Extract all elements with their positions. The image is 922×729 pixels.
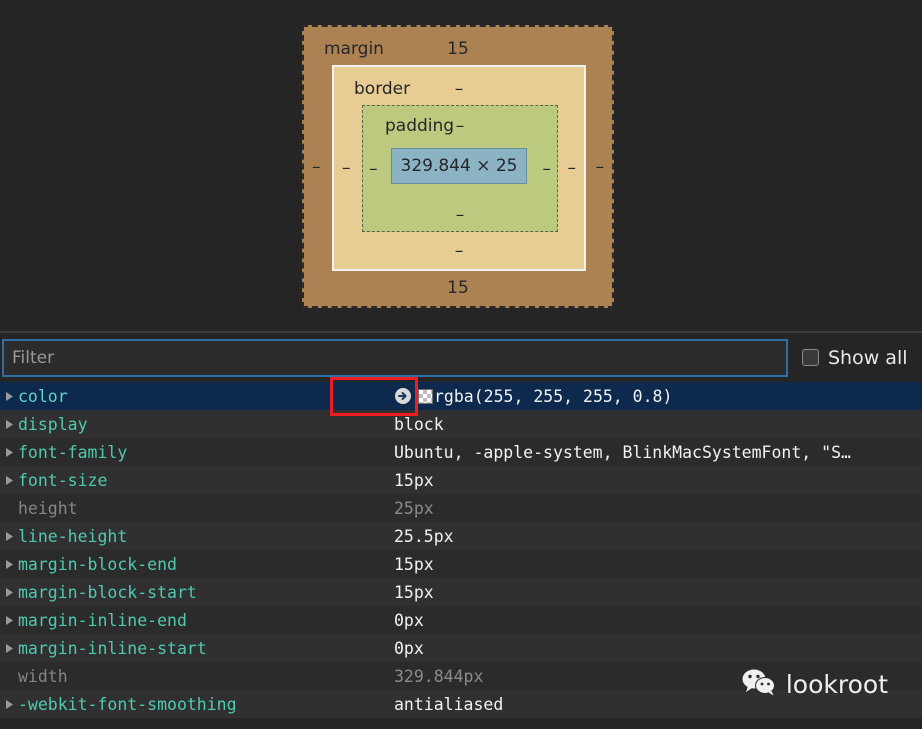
expand-triangle-icon[interactable] bbox=[0, 587, 18, 598]
devtools-computed-styles-panel: margin 15 – 15 – border – – – – padding … bbox=[0, 0, 922, 729]
property-name: margin-inline-start bbox=[18, 638, 207, 658]
margin-left-value[interactable]: – bbox=[312, 157, 321, 177]
property-value-cell: 25.5px bbox=[394, 527, 922, 546]
padding-right-value[interactable]: – bbox=[543, 159, 552, 179]
property-name: color bbox=[18, 386, 68, 406]
watermark: lookroot bbox=[742, 668, 888, 701]
property-row[interactable]: display block bbox=[0, 410, 922, 438]
property-value: 15px bbox=[394, 470, 434, 490]
property-value: rgba(255, 255, 255, 0.8) bbox=[434, 386, 673, 406]
property-value: 15px bbox=[394, 554, 434, 574]
expand-triangle-icon[interactable] bbox=[0, 699, 18, 710]
box-model-border-box[interactable]: border – – – – padding – – – – 329.844 ×… bbox=[332, 65, 586, 271]
property-name: -webkit-font-smoothing bbox=[18, 694, 237, 714]
property-value-cell: 25px bbox=[394, 499, 922, 518]
property-row[interactable]: line-height 25.5px bbox=[0, 522, 922, 550]
property-value-cell: block bbox=[394, 415, 922, 434]
margin-top-value[interactable]: 15 bbox=[304, 39, 612, 59]
padding-left-value[interactable]: – bbox=[369, 159, 378, 179]
expand-triangle-icon[interactable] bbox=[0, 391, 18, 402]
property-name: display bbox=[18, 414, 88, 434]
property-name: height bbox=[18, 498, 78, 518]
property-value-cell: 15px bbox=[394, 555, 922, 574]
filter-bar: Show all bbox=[0, 335, 922, 380]
show-all-label: Show all bbox=[828, 346, 908, 369]
padding-bottom-value[interactable]: – bbox=[363, 205, 557, 225]
border-top-value[interactable]: – bbox=[334, 79, 584, 99]
show-all-checkbox[interactable] bbox=[802, 349, 819, 366]
property-name: margin-inline-end bbox=[18, 610, 187, 630]
goto-arrow-icon[interactable] bbox=[394, 387, 412, 405]
property-row[interactable]: margin-block-start 15px bbox=[0, 578, 922, 606]
property-value: 0px bbox=[394, 638, 424, 658]
wechat-icon bbox=[742, 668, 776, 701]
border-bottom-value[interactable]: – bbox=[334, 241, 584, 261]
property-value: 15px bbox=[394, 582, 434, 602]
box-model-margin-box[interactable]: margin 15 – 15 – border – – – – padding … bbox=[302, 25, 614, 308]
property-row[interactable]: margin-inline-end 0px bbox=[0, 606, 922, 634]
border-right-value[interactable]: – bbox=[568, 158, 577, 178]
property-value: 0px bbox=[394, 610, 424, 630]
property-name: font-family bbox=[18, 442, 128, 462]
property-value-cell: 0px bbox=[394, 639, 922, 658]
show-all-control[interactable]: Show all bbox=[802, 347, 908, 369]
border-left-value[interactable]: – bbox=[342, 158, 351, 178]
property-name: font-size bbox=[18, 470, 108, 490]
property-name: width bbox=[18, 666, 68, 686]
expand-triangle-icon[interactable] bbox=[0, 475, 18, 486]
watermark-text: lookroot bbox=[785, 670, 888, 699]
property-row[interactable]: font-size 15px bbox=[0, 466, 922, 494]
padding-top-value[interactable]: – bbox=[363, 116, 557, 136]
expand-triangle-icon[interactable] bbox=[0, 531, 18, 542]
expand-triangle-icon[interactable] bbox=[0, 615, 18, 626]
content-dimensions: 329.844 × 25 bbox=[400, 156, 518, 176]
expand-triangle-icon[interactable] bbox=[0, 559, 18, 570]
expand-triangle-icon[interactable] bbox=[0, 419, 18, 430]
box-model-padding-box[interactable]: padding – – – – 329.844 × 25 bbox=[362, 105, 558, 232]
property-value: 329.844px bbox=[394, 666, 484, 686]
box-model-pane: margin 15 – 15 – border – – – – padding … bbox=[0, 0, 922, 333]
property-row[interactable]: color rgba(255, 255, 255, 0.8) bbox=[0, 382, 922, 410]
property-value: block bbox=[394, 414, 444, 434]
filter-input[interactable] bbox=[2, 338, 788, 377]
property-name: margin-block-end bbox=[18, 554, 177, 574]
margin-right-value[interactable]: – bbox=[596, 157, 605, 177]
property-value: Ubuntu, -apple-system, BlinkMacSystemFon… bbox=[394, 442, 851, 462]
property-row[interactable]: margin-inline-start 0px bbox=[0, 634, 922, 662]
property-value: 25px bbox=[394, 498, 434, 518]
property-value-cell: rgba(255, 255, 255, 0.8) bbox=[394, 387, 922, 406]
property-value-cell: Ubuntu, -apple-system, BlinkMacSystemFon… bbox=[394, 443, 922, 462]
expand-triangle-icon[interactable] bbox=[0, 643, 18, 654]
property-value-cell: 15px bbox=[394, 583, 922, 602]
margin-bottom-value[interactable]: 15 bbox=[304, 278, 612, 298]
property-name: margin-block-start bbox=[18, 582, 197, 602]
property-value-cell: 15px bbox=[394, 471, 922, 490]
box-model-content-box[interactable]: 329.844 × 25 bbox=[391, 148, 527, 184]
property-value: 25.5px bbox=[394, 526, 454, 546]
property-value-cell: 0px bbox=[394, 611, 922, 630]
color-swatch[interactable] bbox=[418, 388, 433, 404]
property-value: antialiased bbox=[394, 694, 504, 714]
property-name: line-height bbox=[18, 526, 128, 546]
property-row[interactable]: margin-block-end 15px bbox=[0, 550, 922, 578]
property-row[interactable]: height 25px bbox=[0, 494, 922, 522]
expand-triangle-icon[interactable] bbox=[0, 447, 18, 458]
property-row[interactable]: font-family Ubuntu, -apple-system, BlinkM… bbox=[0, 438, 922, 466]
